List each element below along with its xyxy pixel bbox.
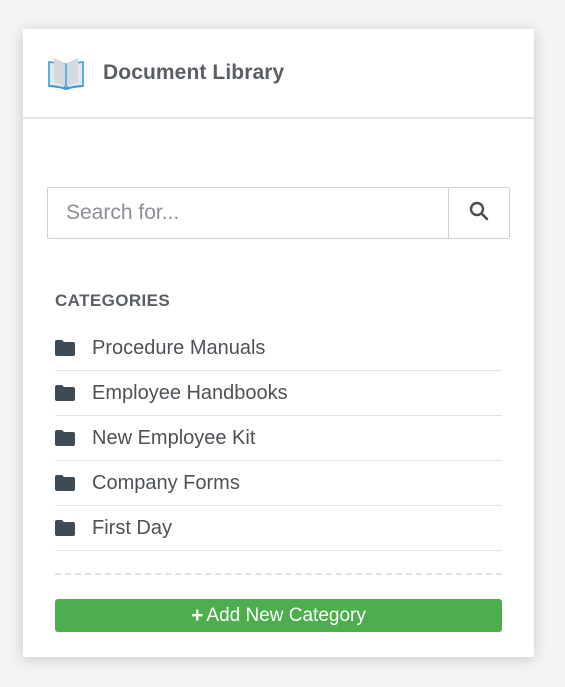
folder-icon [55,385,75,401]
category-item-company-forms[interactable]: Company Forms [55,461,502,506]
book-icon [47,56,85,91]
categories-heading: CATEGORIES [55,291,171,310]
search-icon [469,201,489,226]
category-label: Company Forms [92,471,240,494]
category-label: First Day [92,516,172,539]
category-item-procedure-manuals[interactable]: Procedure Manuals [55,326,502,371]
category-label: New Employee Kit [92,426,256,449]
category-label: Procedure Manuals [92,336,266,359]
category-item-first-day[interactable]: First Day [55,506,502,551]
search-bar [47,187,510,239]
add-button-label: Add New Category [206,604,366,626]
search-button[interactable] [448,188,509,238]
add-new-category-button[interactable]: + Add New Category [55,599,502,632]
category-item-new-employee-kit[interactable]: New Employee Kit [55,416,502,461]
folder-icon [55,430,75,446]
panel-header: Document Library [23,29,534,119]
document-library-panel: Document Library CATEGORIES Procedure Ma… [23,29,534,657]
panel-title: Document Library [103,61,285,84]
plus-icon: + [191,604,204,627]
search-input[interactable] [48,188,448,238]
folder-icon [55,475,75,491]
category-item-employee-handbooks[interactable]: Employee Handbooks [55,371,502,416]
category-list: Procedure Manuals Employee Handbooks New… [55,326,502,551]
folder-icon [55,340,75,356]
category-label: Employee Handbooks [92,381,288,404]
dashed-divider [55,573,502,575]
folder-icon [55,520,75,536]
